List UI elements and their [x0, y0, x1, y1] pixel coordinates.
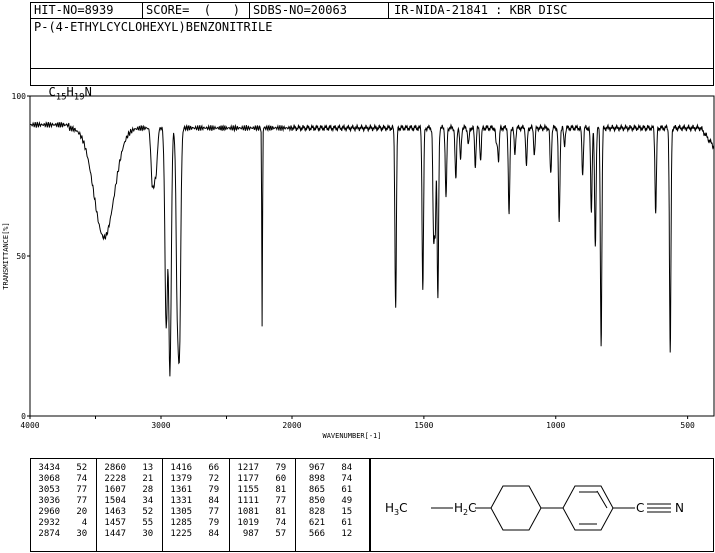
peak-row: 987 57 — [232, 529, 287, 539]
peak-column: 1416 66 1379 72 1361 79 1331 84 1305 77 … — [165, 463, 219, 540]
peak-row: 1081 81 — [232, 507, 287, 517]
peak-row: 1217 79 — [232, 463, 287, 473]
hit-number: HIT-NO=8939 — [34, 3, 114, 17]
methylene-label: H2C — [454, 501, 477, 517]
x-tick-label: 500 — [680, 421, 695, 430]
peak-row: 1111 77 — [232, 496, 287, 506]
peak-column: 1217 79 1177 60 1155 81 1111 77 1081 81 … — [232, 463, 286, 540]
header-divider-3 — [388, 2, 389, 19]
peak-row: 1225 84 — [165, 529, 220, 539]
peak-row: 1463 52 — [99, 507, 154, 517]
peak-column-divider — [96, 458, 97, 552]
peak-row: 865 61 — [298, 485, 353, 495]
peak-row: 828 15 — [298, 507, 353, 517]
peak-row: 621 61 — [298, 518, 353, 528]
y-tick-label: 100 — [12, 92, 27, 101]
peak-row: 2228 21 — [99, 474, 154, 484]
peak-row: 1019 74 — [232, 518, 287, 528]
sdbs-number: SDBS-NO=20063 — [253, 3, 347, 17]
molecular-structure: H3C H2C C N — [385, 485, 684, 531]
peak-row: 3053 77 — [33, 485, 88, 495]
x-tick-label: 1500 — [414, 421, 433, 430]
score: SCORE= ( ) — [146, 3, 240, 17]
peak-row: 3068 74 — [33, 474, 88, 484]
header-box — [30, 2, 714, 86]
y-tick-label: 50 — [16, 252, 26, 261]
peak-row: 850 49 — [298, 496, 353, 506]
chart-labels: 4000 3000 2000 1500 1000 500100500WAVENUMBER[… — [2, 92, 695, 440]
methyl-label: H3C — [385, 501, 408, 517]
plot-frame — [29, 95, 715, 417]
x-tick-label: 1000 — [546, 421, 565, 430]
peak-column: 2860 13 2228 21 1607 28 1504 34 1463 52 … — [99, 463, 153, 540]
method: IR-NIDA-21841 : KBR DISC — [394, 3, 568, 17]
peak-row: 1447 30 — [99, 529, 154, 539]
peak-row: 2874 30 — [33, 529, 88, 539]
nitrile-carbon-label: C — [636, 501, 644, 515]
peak-row: 1305 77 — [165, 507, 220, 517]
peak-row: 1285 79 — [165, 518, 220, 528]
peak-row: 3036 77 — [33, 496, 88, 506]
peak-row: 1416 66 — [165, 463, 220, 473]
peak-row: 2960 20 — [33, 507, 88, 517]
header-divider-1 — [142, 2, 143, 19]
peak-column: 3434 52 3068 74 3053 77 3036 77 2960 20 … — [33, 463, 87, 540]
nitrile-nitrogen-label: N — [675, 501, 684, 515]
peak-row: 1361 79 — [165, 485, 220, 495]
y-axis-label: TRANSMITTANCE[%] — [2, 222, 10, 289]
chart-axes — [27, 95, 715, 419]
spectrum-trace — [30, 121, 715, 377]
peak-row: 2860 13 — [99, 463, 154, 473]
header-divider-2 — [249, 2, 250, 19]
peak-row: 1457 55 — [99, 518, 154, 528]
peak-row: 1379 72 — [165, 474, 220, 484]
header-rule-2 — [30, 68, 714, 69]
peak-column-divider — [229, 458, 230, 552]
y-tick-label: 0 — [21, 412, 26, 421]
peak-row: 967 84 — [298, 463, 353, 473]
ir-spectrum-chart: 4000 3000 2000 1500 1000 500100500WAVENUMBER[… — [2, 92, 715, 440]
peak-column: 967 84 898 74 865 61 850 49 828 15 621 6… — [298, 463, 352, 540]
peak-row: 1331 84 — [165, 496, 220, 506]
x-tick-label: 4000 — [20, 421, 39, 430]
peak-column-divider — [162, 458, 163, 552]
peak-column-divider — [295, 458, 296, 552]
peak-row: 1607 28 — [99, 485, 154, 495]
peak-row: 1177 60 — [232, 474, 287, 484]
x-tick-label: 2000 — [282, 421, 301, 430]
peak-row: 1155 81 — [232, 485, 287, 495]
peak-row: 2932 4 — [33, 518, 88, 528]
x-axis-label: WAVENUMBER[-1] — [322, 432, 381, 440]
compound-name: P-(4-ETHYLCYCLOHEXYL)BENZONITRILE — [34, 20, 273, 34]
header-rule-1 — [30, 18, 714, 19]
x-tick-label: 3000 — [151, 421, 170, 430]
peak-row: 898 74 — [298, 474, 353, 484]
peak-row: 3434 52 — [33, 463, 88, 473]
peak-row: 1504 34 — [99, 496, 154, 506]
peak-row: 566 12 — [298, 529, 353, 539]
